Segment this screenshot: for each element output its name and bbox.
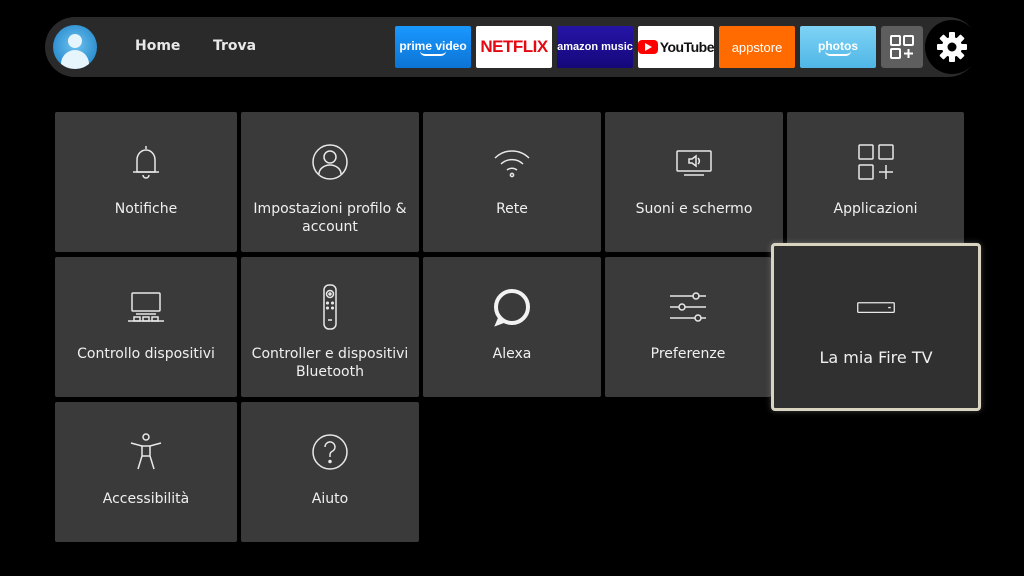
settings-tile-network[interactable]: Rete — [423, 112, 601, 252]
app-appstore[interactable]: appstore — [719, 26, 795, 68]
sliders-icon — [668, 287, 708, 327]
nav-find[interactable]: Trova — [213, 38, 256, 54]
tile-label: Notifiche — [114, 201, 178, 217]
profile-icon — [310, 142, 350, 182]
tile-label: Aiuto — [311, 491, 349, 507]
app-netflix[interactable]: NETFLIX — [476, 26, 552, 68]
wifi-icon — [492, 142, 532, 182]
settings-tile-applications[interactable]: Applicazioni — [787, 112, 964, 252]
app-amazon-music[interactable]: amazon music — [557, 26, 633, 68]
tile-label: Controllo dispositivi — [77, 346, 215, 362]
settings-tile-profile-account[interactable]: Impostazioni profilo & account — [241, 112, 419, 252]
alexa-ring-icon — [492, 287, 532, 327]
prime-smile-icon — [420, 51, 446, 56]
app-youtube-label: YouTube — [659, 39, 715, 55]
display-sound-icon — [674, 142, 714, 182]
tv-devices-icon — [126, 287, 166, 327]
settings-tile-alexa[interactable]: Alexa — [423, 257, 601, 397]
all-apps-button[interactable] — [881, 26, 923, 68]
settings-tile-device-control[interactable]: Controllo dispositivi — [55, 257, 237, 397]
gear-icon — [937, 32, 967, 62]
remote-icon — [310, 284, 350, 330]
settings-tile-accessibility[interactable]: Accessibilità — [55, 402, 237, 542]
tile-label: Applicazioni — [833, 201, 918, 217]
youtube-play-icon — [638, 40, 658, 54]
avatar-head — [68, 34, 82, 48]
app-prime-video[interactable]: prime video — [395, 26, 471, 68]
app-photos[interactable]: photos — [800, 26, 876, 68]
settings-tile-bluetooth-controllers[interactable]: Controller e dispositivi Bluetooth — [241, 257, 419, 397]
tile-label: La mia Fire TV — [819, 348, 933, 367]
app-appstore-label: appstore — [731, 39, 783, 55]
settings-button[interactable] — [925, 20, 979, 74]
tile-label: Impostazioni profilo & account — [253, 201, 407, 235]
settings-tile-notifications[interactable]: Notifiche — [55, 112, 237, 252]
tile-label: Preferenze — [650, 346, 726, 362]
profile-avatar[interactable] — [53, 25, 97, 69]
photos-smile-icon — [825, 51, 851, 56]
accessibility-icon — [126, 432, 166, 472]
tile-label: Suoni e schermo — [635, 201, 753, 217]
app-youtube[interactable]: YouTube — [638, 26, 715, 68]
top-navigation-bar: Home Trova prime video NETFLIX amazon mu… — [45, 17, 979, 77]
avatar-body — [61, 50, 89, 69]
fire-tv-device-icon — [856, 288, 896, 328]
help-icon — [310, 432, 350, 472]
tile-label: Rete — [496, 201, 528, 217]
app-amazon-music-label: amazon music — [557, 41, 633, 53]
settings-tile-my-fire-tv[interactable]: La mia Fire TV — [771, 243, 981, 411]
apps-grid-icon — [890, 35, 914, 59]
app-netflix-label: NETFLIX — [480, 37, 548, 56]
tile-label: Alexa — [492, 346, 532, 362]
bell-icon — [126, 142, 166, 182]
settings-tile-sound-display[interactable]: Suoni e schermo — [605, 112, 783, 252]
tile-label: Accessibilità — [102, 491, 190, 507]
settings-tile-help[interactable]: Aiuto — [241, 402, 419, 542]
nav-home[interactable]: Home — [135, 38, 180, 54]
apps-grid-icon — [856, 142, 896, 182]
settings-tile-preferences[interactable]: Preferenze — [605, 257, 771, 397]
tile-label: Controller e dispositivi Bluetooth — [251, 346, 409, 380]
